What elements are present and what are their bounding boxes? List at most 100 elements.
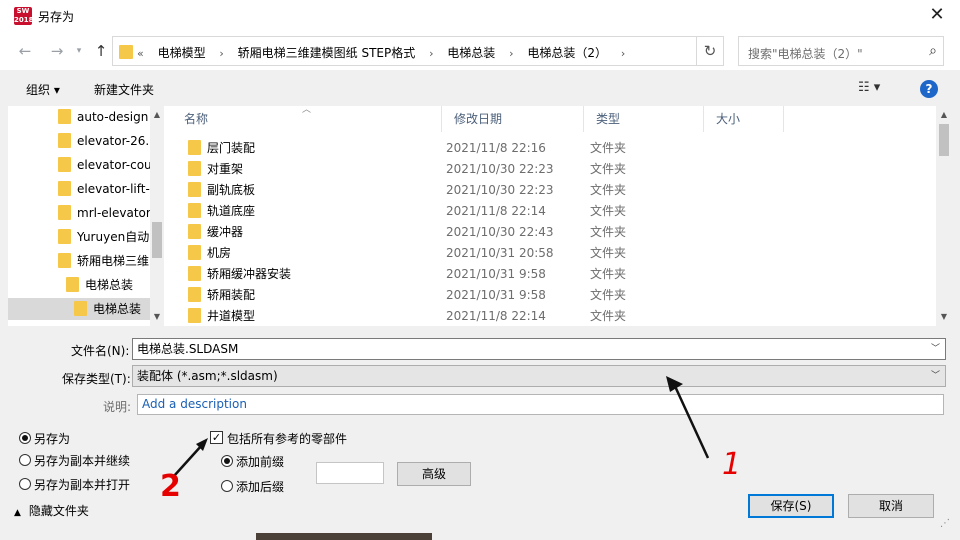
tree-item[interactable]: elevator-cou <box>58 154 152 176</box>
folder-icon <box>188 140 201 155</box>
recent-locations-chevron-icon[interactable]: ▾ <box>72 42 86 62</box>
column-header-name[interactable]: 名称 ︿ <box>172 106 442 132</box>
scroll-up-icon[interactable]: ▲ <box>936 110 952 119</box>
tree-item[interactable]: elevator-lift- <box>58 178 150 200</box>
file-name: 井道模型 <box>207 309 256 323</box>
file-row[interactable]: 轿厢装配 2021/10/31 9:58 文件夹 <box>172 285 936 306</box>
tree-item[interactable]: elevator-26. <box>58 130 149 152</box>
search-icon[interactable]: ⌕ <box>929 43 937 59</box>
file-date: 2021/10/30 22:23 <box>446 162 554 176</box>
save-as-radio[interactable] <box>19 432 31 444</box>
save-copy-open-radio[interactable] <box>19 478 31 490</box>
file-date: 2021/10/31 20:58 <box>446 246 554 260</box>
tree-item[interactable]: auto-design <box>58 106 148 128</box>
help-icon[interactable]: ? <box>920 80 938 98</box>
tree-item[interactable]: 轿厢电梯三维 <box>58 250 149 272</box>
folder-icon <box>66 277 79 292</box>
column-header-label: 名称 <box>184 112 209 126</box>
new-folder-button[interactable]: 新建文件夹 <box>94 81 154 98</box>
file-row[interactable]: 层门装配 2021/11/8 22:16 文件夹 <box>172 138 936 159</box>
file-browser-panel: auto-design elevator-26. elevator-cou el… <box>8 106 952 326</box>
breadcrumb-item[interactable]: 轿厢电梯三维建模图纸 STEP格式 <box>238 46 416 60</box>
column-header-label: 大小 <box>716 112 741 126</box>
breadcrumb-separator-icon[interactable]: › <box>429 47 433 60</box>
add-suffix-label: 添加后缀 <box>236 480 285 494</box>
cancel-button[interactable]: 取消 <box>848 494 934 518</box>
filename-field[interactable]: 电梯总装.SLDASM ﹀ <box>132 338 946 360</box>
file-list-scrollbar-thumb[interactable] <box>939 124 949 156</box>
filetype-label: 保存类型(T): <box>62 372 131 386</box>
scroll-down-icon[interactable]: ▼ <box>150 312 164 321</box>
folder-icon <box>188 287 201 302</box>
add-prefix-radio[interactable] <box>221 455 233 467</box>
description-field[interactable]: Add a description <box>137 394 944 415</box>
file-row[interactable]: 轨道底座 2021/11/8 22:14 文件夹 <box>172 201 936 222</box>
file-name: 轿厢装配 <box>207 288 256 302</box>
breadcrumb-item[interactable]: 电梯总装（2） <box>527 46 607 60</box>
background-model-strip <box>256 533 432 540</box>
back-arrow-icon[interactable]: ← <box>14 42 36 62</box>
chevron-down-icon[interactable]: ﹀ <box>931 366 940 386</box>
save-copy-continue-radio[interactable] <box>19 454 31 466</box>
annotation-number-1: 1 <box>722 447 741 482</box>
tree-item-selected[interactable]: 电梯总装 <box>8 298 150 320</box>
tree-scrollbar-thumb[interactable] <box>152 222 162 258</box>
column-header-date[interactable]: 修改日期 <box>442 106 584 132</box>
filetype-select[interactable]: 装配体 (*.asm;*.sldasm) ﹀ <box>132 365 946 387</box>
folder-icon <box>74 301 87 316</box>
folder-icon <box>58 181 71 196</box>
command-toolbar: 组织 ▾ 新建文件夹 ☷ ▾ ? <box>0 70 960 106</box>
breadcrumb-item[interactable]: 电梯总装 <box>447 46 495 60</box>
file-row[interactable]: 副轨底板 2021/10/30 22:23 文件夹 <box>172 180 936 201</box>
file-type: 文件夹 <box>590 267 627 281</box>
advanced-button[interactable]: 高级 <box>397 462 471 486</box>
tree-item[interactable]: mrl-elevator <box>58 202 151 224</box>
breadcrumb-item[interactable]: 电梯模型 <box>158 46 206 60</box>
file-row[interactable]: 对重架 2021/10/30 22:23 文件夹 <box>172 159 936 180</box>
refresh-icon[interactable]: ↻ <box>696 36 724 66</box>
folder-icon <box>58 229 71 244</box>
file-row[interactable]: 轿厢缓冲器安装 2021/10/31 9:58 文件夹 <box>172 264 936 285</box>
tree-item[interactable]: Yuruyen自动 <box>58 226 149 248</box>
scroll-down-icon[interactable]: ▼ <box>936 312 952 321</box>
prefix-suffix-input[interactable] <box>316 462 384 484</box>
breadcrumb-separator-icon[interactable]: › <box>621 47 625 60</box>
tree-item-label: 电梯总装 <box>93 302 142 316</box>
forward-arrow-icon[interactable]: → <box>46 42 68 62</box>
tree-item[interactable]: 电梯总装 <box>66 274 133 296</box>
folder-icon <box>58 133 71 148</box>
column-header-type[interactable]: 类型 <box>584 106 704 132</box>
chevron-down-icon[interactable]: ﹀ <box>931 339 940 359</box>
navigation-bar: ← → ▾ ↑ « 电梯模型 › 轿厢电梯三维建模图纸 STEP格式 › 电梯总… <box>0 32 960 70</box>
include-references-checkbox[interactable]: ✓ <box>210 431 223 444</box>
tree-item-label: elevator-26. <box>77 134 150 148</box>
resize-grip-icon[interactable]: ⋰ <box>940 518 950 529</box>
file-list-scrollbar[interactable]: ▲ ▼ <box>936 106 952 326</box>
hide-folders-label: 隐藏文件夹 <box>28 504 89 518</box>
organize-menu-button[interactable]: 组织 ▾ <box>26 81 60 98</box>
column-header-size[interactable]: 大小 <box>704 106 784 132</box>
tree-scrollbar[interactable]: ▲ ▼ <box>150 106 164 326</box>
breadcrumb-separator-icon[interactable]: › <box>509 47 513 60</box>
address-bar[interactable]: « 电梯模型 › 轿厢电梯三维建模图纸 STEP格式 › 电梯总装 › 电梯总装… <box>112 36 788 66</box>
save-button[interactable]: 保存(S) <box>748 494 834 518</box>
include-references-label: 包括所有参考的零部件 <box>227 432 348 446</box>
close-icon[interactable]: ✕ <box>924 4 950 28</box>
file-row[interactable]: 缓冲器 2021/10/30 22:43 文件夹 <box>172 222 936 243</box>
breadcrumb-overflow-icon[interactable]: « <box>137 47 144 60</box>
search-box[interactable]: 搜索"电梯总装（2）" ⌕ <box>738 36 944 66</box>
file-row[interactable]: 井道模型 2021/11/8 22:14 文件夹 <box>172 306 936 326</box>
up-arrow-icon[interactable]: ↑ <box>90 42 112 62</box>
file-row[interactable]: 机房 2021/10/31 20:58 文件夹 <box>172 243 936 264</box>
view-options-icon[interactable]: ☷ ▾ <box>858 80 880 95</box>
navigation-tree: auto-design elevator-26. elevator-cou el… <box>8 106 164 326</box>
column-header-label: 类型 <box>596 112 621 126</box>
breadcrumb-separator-icon[interactable]: › <box>219 47 223 60</box>
hide-folders-toggle[interactable]: ▲ 隐藏文件夹 <box>14 502 89 519</box>
search-input[interactable]: 搜索"电梯总装（2）" <box>748 45 863 62</box>
add-suffix-radio[interactable] <box>221 480 233 492</box>
folder-icon <box>119 45 133 59</box>
file-type: 文件夹 <box>590 246 627 260</box>
scroll-up-icon[interactable]: ▲ <box>150 110 164 119</box>
column-header-label: 修改日期 <box>454 112 503 126</box>
